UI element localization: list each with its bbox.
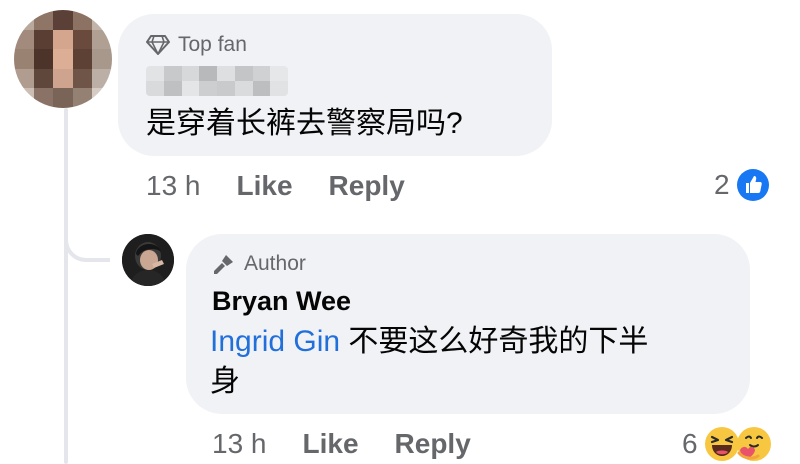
reply-text-line2: 身 bbox=[210, 365, 240, 398]
author-avatar[interactable] bbox=[122, 234, 174, 286]
author-photo bbox=[122, 234, 174, 286]
like-button[interactable]: Like bbox=[303, 428, 359, 460]
comment-text: 是穿着长裤去警察局吗? bbox=[146, 107, 463, 140]
microphone-icon bbox=[214, 255, 233, 274]
diamond-icon bbox=[146, 35, 170, 55]
top-fan-badge: Top fan bbox=[146, 33, 247, 57]
timestamp[interactable]: 13 h bbox=[146, 170, 201, 202]
badge-label: Top fan bbox=[178, 33, 247, 56]
like-button[interactable]: Like bbox=[237, 170, 293, 202]
care-reaction-icon bbox=[736, 427, 771, 461]
author-badge: Author bbox=[212, 252, 306, 276]
reply-button[interactable]: Reply bbox=[329, 170, 405, 202]
reaction-summary[interactable]: 2 bbox=[714, 168, 770, 202]
commenter-name-redacted[interactable] bbox=[146, 66, 288, 96]
reply-text-line1: 不要这么好奇我的下半 bbox=[340, 325, 649, 358]
reply-button[interactable]: Reply bbox=[395, 428, 471, 460]
reply-text: Ingrid Gin 不要这么好奇我的下半 身 bbox=[210, 322, 730, 402]
haha-reaction-icon bbox=[704, 427, 739, 461]
thread-line bbox=[64, 108, 68, 464]
timestamp[interactable]: 13 h bbox=[212, 428, 267, 460]
reaction-summary[interactable]: 6 bbox=[682, 426, 772, 462]
reaction-count: 2 bbox=[714, 169, 730, 200]
thread-branch-connector bbox=[64, 222, 110, 262]
badge-label: Author bbox=[244, 252, 306, 275]
avatar[interactable] bbox=[14, 10, 112, 108]
reaction-count: 6 bbox=[682, 428, 698, 459]
mention-link[interactable]: Ingrid Gin bbox=[210, 325, 340, 358]
reply-actions: 13 h Like Reply bbox=[212, 428, 507, 460]
like-reaction-icon bbox=[736, 169, 769, 201]
author-name[interactable]: Bryan Wee bbox=[212, 286, 351, 317]
comment-actions: 13 h Like Reply bbox=[146, 170, 441, 202]
